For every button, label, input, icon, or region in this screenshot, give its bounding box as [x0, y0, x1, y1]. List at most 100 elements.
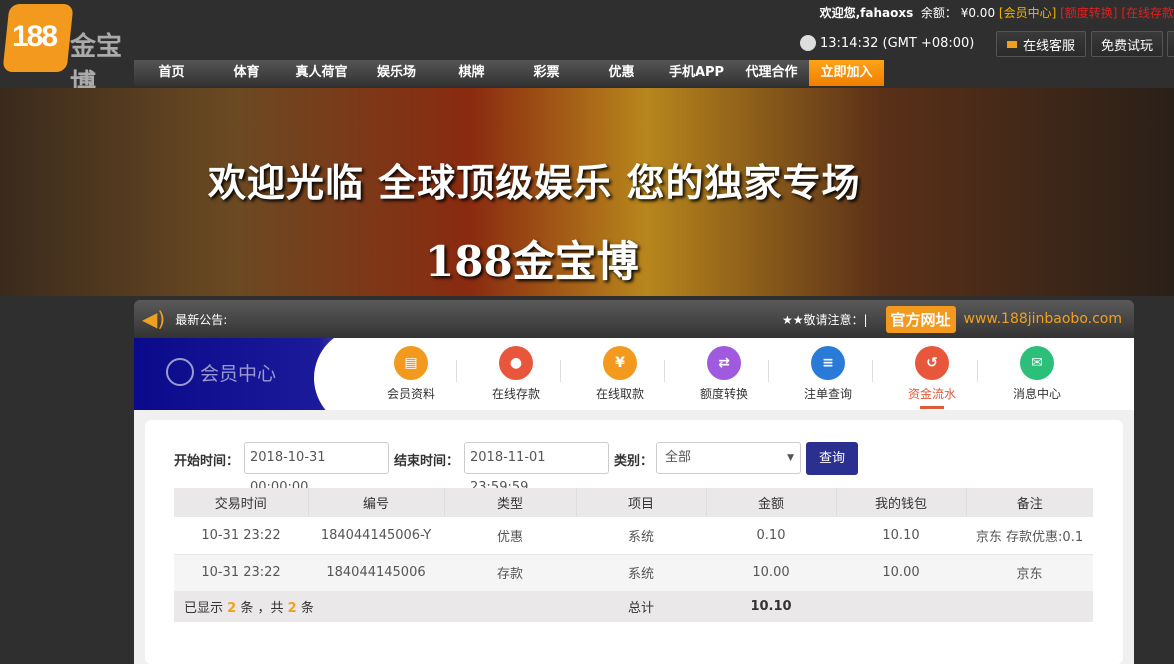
balance-value: ¥0.00 [960, 6, 996, 20]
yen-icon: ¥ [603, 346, 637, 380]
query-button[interactable]: 查询 [806, 442, 858, 475]
clock-time: 13:14:32 (GMT +08:00) [820, 35, 975, 51]
dropdown-arrow-icon: ▼ [787, 453, 794, 463]
column-header[interactable]: 交易时间 [174, 488, 309, 517]
logo-number: 188 [12, 20, 58, 53]
id-card-icon: ▤ [394, 346, 428, 380]
notice-label: 最新公告: [175, 312, 228, 327]
user-info: 欢迎您,fahaoxs 余额： ¥0.00 [会员中心] [额度转换] [在线存… [820, 4, 1174, 21]
member-menu-label: 在线取款 [595, 387, 644, 401]
table-footer: 已显示 2 条 ，共 2 条 总计 10.10 [174, 591, 1093, 622]
piggy-bank-icon: ● [499, 346, 533, 380]
table-cell: 10.00 [706, 554, 836, 591]
welcome-text: 欢迎您,fahaoxs [819, 6, 914, 20]
nav-home[interactable]: 首页 [134, 60, 209, 86]
table-cell: 10.10 [836, 517, 966, 555]
nav-agent[interactable]: 代理合作 [734, 60, 809, 86]
member-center-label: 会员中心 [200, 362, 277, 385]
nav-lottery[interactable]: 彩票 [509, 60, 584, 86]
nav-sports[interactable]: 体育 [209, 60, 284, 86]
transfer-icon: ⇄ [707, 346, 741, 380]
member-menu-item[interactable]: ⇄ 额度转换 [679, 346, 769, 402]
total-amount: 10.10 [706, 591, 836, 622]
table-cell: 京东 存款优惠:0.1 [966, 517, 1093, 555]
member-menu-label: 资金流水 [907, 387, 956, 401]
nav-live-dealer[interactable]: 真人荷官 [284, 60, 359, 86]
member-menu-label: 额度转换 [699, 387, 748, 401]
main-nav: 首页 体育 真人荷官 娱乐场 棋牌 彩票 优惠 手机APP 代理合作 立即加入 [134, 60, 884, 86]
flow-icon: ↺ [915, 346, 949, 380]
type-select-value: 全部 [665, 450, 692, 465]
official-url[interactable]: www.188jinbaobo.com [964, 311, 1122, 327]
divider [872, 360, 873, 382]
deposit-link[interactable]: [在线存款 [1121, 6, 1174, 20]
table-cell: 京东 [966, 554, 1093, 591]
speaker-icon: ◀) [142, 307, 166, 331]
member-menu-label: 消息中心 [1012, 387, 1061, 401]
member-menu-item[interactable]: ● 在线存款 [471, 346, 561, 402]
logo[interactable]: 188 金宝博 [2, 4, 144, 99]
member-menu-item[interactable]: ¥ 在线取款 [575, 346, 665, 402]
table-cell: 184044145006-Y [308, 517, 444, 555]
start-time-input[interactable]: 2018-10-31 00:00:00 [244, 442, 389, 495]
divider [456, 360, 457, 382]
nav-promotions[interactable]: 优惠 [584, 60, 659, 86]
divider [977, 360, 978, 382]
online-service-label: 在线客服 [1022, 38, 1075, 54]
clock-icon [800, 35, 816, 51]
transactions-table: 交易时间 编号 类型 项目 金额 我的钱包 备注 10-31 23:22 1840441450… [174, 488, 1093, 622]
member-center-link[interactable]: [会员中心] [999, 6, 1056, 20]
member-menu-label: 注单查询 [803, 387, 852, 401]
record-count: 已显示 2 条 ，共 2 条 [174, 591, 576, 622]
end-time-label: 结束时间： [394, 454, 460, 469]
table-row: 10-31 23:22 184044145006 存款 系统 10.00 10.00 京东 [174, 554, 1093, 591]
nav-mobile-app[interactable]: 手机APP [659, 60, 734, 86]
column-header[interactable]: 类型 [444, 488, 577, 517]
end-time-input[interactable]: 2018-11-01 23:59:59 [464, 442, 609, 495]
divider [768, 360, 769, 382]
member-menu-item[interactable]: ▤ 会员资料 [366, 346, 456, 402]
envelope-icon: ✉ [1020, 346, 1054, 380]
free-trial-button[interactable]: 免费试玩 [1091, 31, 1163, 57]
member-center-title: 会员中心 [166, 358, 276, 386]
column-header[interactable]: 项目 [576, 488, 707, 517]
member-menu-item[interactable]: ↺ 资金流水 [887, 346, 977, 409]
clock: 13:14:32 (GMT +08:00) [800, 35, 974, 51]
member-center-header: 会员中心 ▤ 会员资料 ● 在线存款 ¥ 在线取款 ⇄ 额度转换 ≡ 注单查询 ↺ 资金流水 ✉ 消息中心 [134, 338, 1134, 410]
table-cell: 系统 [576, 554, 706, 591]
type-label: 类别： [614, 454, 654, 469]
table-row: 10-31 23:22 184044145006-Y 优惠 系统 0.10 10.10 京东… [174, 517, 1093, 555]
member-menu-item[interactable]: ≡ 注单查询 [783, 346, 873, 402]
nav-chess-cards[interactable]: 棋牌 [434, 60, 509, 86]
divider [560, 360, 561, 382]
notice-marquee[interactable]: ★★敬请注意：| [782, 311, 868, 328]
table-cell: 优惠 [444, 517, 576, 555]
table-cell: 存款 [444, 554, 576, 591]
divider [664, 360, 665, 382]
official-site-badge: 官方网址 [885, 305, 956, 333]
total-label: 总计 [576, 591, 706, 622]
table-cell: 184044145006 [308, 554, 444, 591]
extra-button[interactable] [1167, 31, 1174, 57]
table-cell: 0.10 [706, 517, 836, 555]
column-header[interactable]: 备注 [966, 488, 1093, 517]
table-cell: 系统 [576, 517, 706, 555]
column-header[interactable]: 金额 [706, 488, 837, 517]
transfer-link[interactable]: [额度转换] [1060, 6, 1117, 20]
member-menu-item[interactable]: ✉ 消息中心 [992, 346, 1082, 402]
banner-headline: 欢迎光临 全球顶级娱乐 您的独家专场 [208, 160, 861, 205]
document-icon: ≡ [811, 346, 845, 380]
type-select[interactable]: 全部 ▼ [656, 442, 801, 474]
table-cell: 10.00 [836, 554, 966, 591]
column-header[interactable]: 我的钱包 [836, 488, 967, 517]
balance-label: 余额： [920, 6, 957, 20]
online-service-button[interactable]: 在线客服 [996, 31, 1086, 57]
nav-casino[interactable]: 娱乐场 [359, 60, 434, 86]
table-cell: 10-31 23:22 [174, 554, 308, 591]
table-cell: 10-31 23:22 [174, 517, 308, 555]
banner: 欢迎光临 全球顶级娱乐 您的独家专场 188金宝博 [0, 88, 1174, 296]
user-icon [166, 358, 194, 386]
member-menu-label: 会员资料 [386, 387, 435, 401]
column-header[interactable]: 编号 [308, 488, 445, 517]
nav-join-now[interactable]: 立即加入 [809, 60, 884, 86]
